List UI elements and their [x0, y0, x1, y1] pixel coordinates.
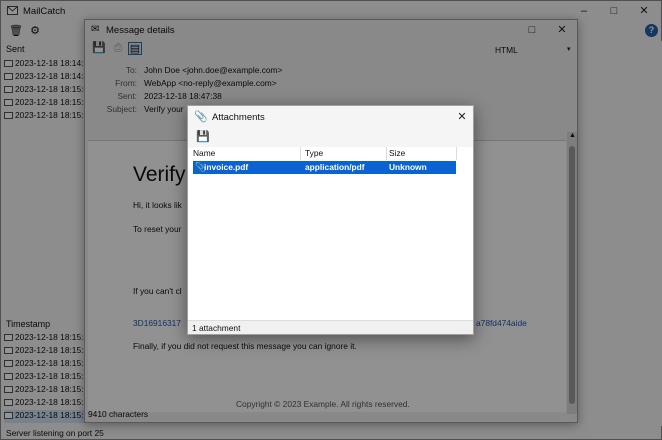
save-icon[interactable]: 💾: [196, 131, 210, 144]
attachments-toolbar: 💾: [188, 128, 473, 148]
attachments-title-bar: 📎 Attachments ✕: [188, 106, 473, 128]
attachments-dialog: 📎 Attachments ✕ 💾 Name Type Size 📎 invoi…: [187, 105, 474, 335]
attachment-type: application/pdf: [305, 162, 365, 172]
attachment-name: invoice.pdf: [204, 162, 249, 172]
column-header-size[interactable]: Size: [387, 147, 457, 160]
attachments-title: Attachments: [212, 112, 265, 123]
attachments-close-button[interactable]: ✕: [455, 110, 469, 124]
attachments-status-bar: 1 attachment: [188, 320, 473, 334]
attachment-folder-icon: 📎: [194, 111, 208, 123]
column-header-name[interactable]: Name: [191, 147, 301, 160]
column-header-type[interactable]: Type: [303, 147, 387, 160]
attachment-size: Unknown: [389, 162, 427, 172]
attachment-count: 1 attachment: [192, 323, 241, 333]
attachments-table: Name Type Size 📎 invoice.pdf application…: [191, 147, 471, 320]
table-row[interactable]: 📎 invoice.pdf application/pdf Unknown: [193, 161, 456, 174]
